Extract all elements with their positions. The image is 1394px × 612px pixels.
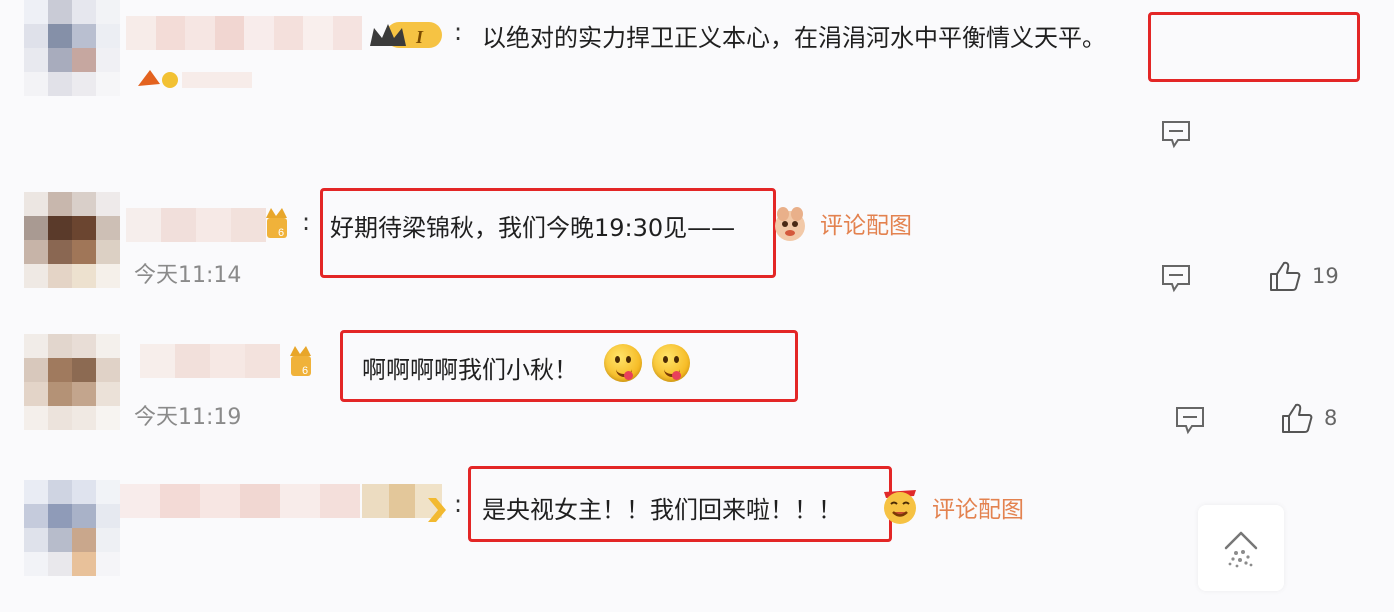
avatar[interactable] xyxy=(24,192,120,288)
avatar[interactable] xyxy=(24,480,120,576)
thumbs-up-icon[interactable] xyxy=(1268,260,1302,292)
svg-text:6: 6 xyxy=(278,227,284,239)
sticker-thumbnail-icon[interactable] xyxy=(772,204,808,244)
username[interactable] xyxy=(126,208,266,242)
comment-text: 啊啊啊啊我们小秋！ xyxy=(362,356,578,384)
highlight-box xyxy=(320,188,776,278)
timestamp: 今天11:19 xyxy=(134,405,242,430)
chevron-badge-icon xyxy=(428,498,446,522)
comment-image-link[interactable]: 评论配图 xyxy=(820,206,912,240)
avatar[interactable] xyxy=(24,0,120,96)
scroll-top-button[interactable] xyxy=(1198,505,1284,591)
sticker-thumbnail-icon[interactable] xyxy=(880,484,920,526)
scroll-top-icon xyxy=(1224,531,1258,568)
member-crown-badge-icon: I xyxy=(370,22,442,48)
svg-text:6: 6 xyxy=(302,365,308,377)
highlight-box xyxy=(1148,12,1360,82)
reply-icon[interactable] xyxy=(1174,404,1206,436)
username[interactable] xyxy=(126,16,362,50)
comment-colon: : xyxy=(454,490,463,518)
tongue-out-emoji-icon xyxy=(604,344,642,382)
comment-image-link[interactable]: 评论配图 xyxy=(932,490,1024,524)
comment-text: 是央视女主！！我们回来啦！！！ xyxy=(482,496,842,524)
like-count: 8 xyxy=(1324,406,1338,430)
comment-colon: : xyxy=(302,208,311,236)
tongue-out-emoji-icon xyxy=(652,344,690,382)
fan-level-badge-icon: 6 xyxy=(266,208,287,239)
reply-icon[interactable] xyxy=(1160,118,1192,150)
fan-level-badge-icon: 6 xyxy=(290,346,311,377)
reply-icon[interactable] xyxy=(1160,262,1192,294)
avatar[interactable] xyxy=(24,334,120,430)
like-count: 19 xyxy=(1312,264,1339,288)
svg-text:I: I xyxy=(415,27,424,47)
username[interactable] xyxy=(140,344,280,378)
medal-badge-icon xyxy=(136,62,256,92)
thumbs-up-icon[interactable] xyxy=(1280,402,1314,434)
comment-text: 以绝对的实力捍卫正义本心，在涓涓河水中平衡情义天平。 xyxy=(482,24,1106,52)
comment-colon: : xyxy=(454,18,463,46)
username[interactable] xyxy=(120,484,360,518)
timestamp: 今天11:14 xyxy=(134,263,242,288)
